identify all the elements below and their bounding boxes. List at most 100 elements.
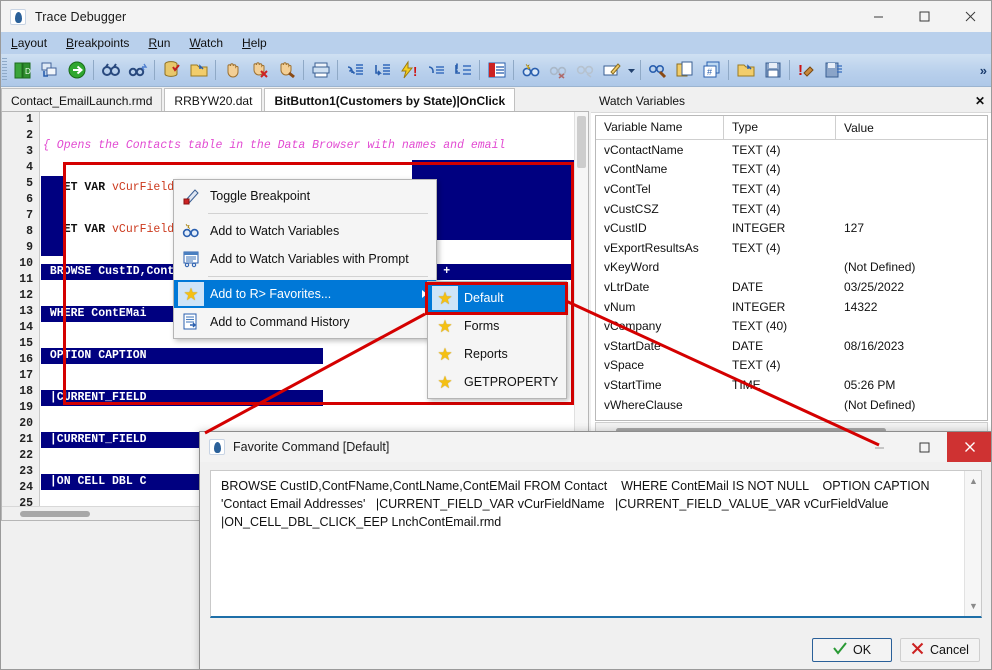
edit-watch-icon[interactable] xyxy=(598,57,625,84)
tab-bitbutton1-onclick[interactable]: BitButton1(Customers by State)|OnClick xyxy=(264,88,516,112)
edit-watch-dropdown-icon[interactable] xyxy=(625,57,637,84)
editor-vscroll-thumb[interactable] xyxy=(577,116,586,168)
find-icon[interactable] xyxy=(97,57,124,84)
menu-breakpoints[interactable]: Breakpoints xyxy=(57,34,138,52)
table-row[interactable]: vCustID INTEGER 127 xyxy=(596,218,987,238)
open-folder-icon[interactable] xyxy=(185,57,212,84)
line-number: 10 xyxy=(19,257,33,270)
windows-icon[interactable]: # xyxy=(698,57,725,84)
toolbar-grip[interactable] xyxy=(2,58,7,82)
minimize-button[interactable] xyxy=(855,1,901,32)
table-row[interactable]: vWhereClause (Not Defined) xyxy=(596,395,987,415)
menu-bar: Layout Breakpoints Run Watch Help xyxy=(1,32,991,54)
column-header-type[interactable]: Type xyxy=(724,116,836,139)
menu-item-add-to-watch-variables[interactable]: Add to Watch Variables xyxy=(174,217,436,245)
menu-run[interactable]: Run xyxy=(139,34,179,52)
cell-type: TEXT (4) xyxy=(732,358,781,373)
submenu-item-default[interactable]: ★ Default xyxy=(428,284,566,312)
submenu-item-reports[interactable]: ★ Reports xyxy=(428,340,566,368)
table-row[interactable]: vContTel TEXT (4) xyxy=(596,179,987,199)
menu-item-add-to-command-history[interactable]: Add to Command History xyxy=(174,308,436,336)
command-text-editor[interactable]: BROWSE CustID,ContFName,ContLName,ContEM… xyxy=(210,470,982,618)
database-check-icon[interactable] xyxy=(158,57,185,84)
dialog-close-button[interactable] xyxy=(947,432,991,462)
table-row[interactable]: vLtrDate DATE 03/25/2022 xyxy=(596,277,987,297)
title-bar: Trace Debugger xyxy=(1,1,991,32)
scroll-up-arrow-icon[interactable]: ▲ xyxy=(965,473,982,489)
table-row[interactable]: vStartDate DATE 08/16/2023 xyxy=(596,336,987,356)
watch-panel-close-button[interactable]: ✕ xyxy=(971,94,989,108)
menu-item-label: Toggle Breakpoint xyxy=(210,189,311,203)
column-header-variable-name[interactable]: Variable Name xyxy=(596,116,724,139)
tab-rrbyw20[interactable]: RRBYW20.dat xyxy=(164,88,263,112)
line-number: 4 xyxy=(26,161,33,174)
run-to-cursor-icon[interactable] xyxy=(422,57,449,84)
menu-watch[interactable]: Watch xyxy=(180,34,232,52)
step-over-icon[interactable] xyxy=(36,57,63,84)
add-watch-icon[interactable] xyxy=(517,57,544,84)
copy-page-icon[interactable] xyxy=(671,57,698,84)
cancel-button-label: Cancel xyxy=(930,643,969,657)
cancel-button[interactable]: Cancel xyxy=(900,638,980,662)
selection-fill xyxy=(41,176,63,256)
find-next-icon[interactable] xyxy=(124,57,151,84)
context-menu[interactable]: Toggle Breakpoint Add to Watch Variables xyxy=(173,179,437,339)
properties-icon[interactable] xyxy=(483,57,510,84)
cell-variable-name: vContactName xyxy=(604,142,684,157)
clear-breakpoints-hand-icon[interactable] xyxy=(273,57,300,84)
toolbar-overflow-button[interactable]: » xyxy=(980,63,987,78)
dialog-title-bar: Favorite Command [Default] xyxy=(200,432,991,462)
table-row[interactable]: vContactName TEXT (4) xyxy=(596,140,987,160)
menu-item-add-to-favorites[interactable]: ★ Add to R> Favorites... xyxy=(174,280,436,308)
submenu-item-forms[interactable]: ★ Forms xyxy=(428,312,566,340)
scroll-down-arrow-icon[interactable]: ▼ xyxy=(965,598,982,614)
tab-contact-emaillaunch[interactable]: Contact_EmailLaunch.rmd xyxy=(1,88,163,112)
favorite-command-dialog: Favorite Command [Default] BROWSE CustID… xyxy=(199,431,991,669)
table-row[interactable]: vNum INTEGER 14322 xyxy=(596,297,987,317)
watch-variables-table[interactable]: Variable Name Type Value vContactName TEX… xyxy=(595,115,988,421)
step-out-icon[interactable] xyxy=(368,57,395,84)
cell-value: 08/16/2023 xyxy=(844,338,905,353)
favorites-submenu[interactable]: ★ Default ★ Forms ★ Reports ★ GETPROPERT… xyxy=(427,281,567,399)
print-icon[interactable] xyxy=(307,57,334,84)
menu-layout[interactable]: Layout xyxy=(2,34,56,52)
table-row[interactable]: vExportResultsAs TEXT (4) xyxy=(596,238,987,258)
menu-item-toggle-breakpoint[interactable]: Toggle Breakpoint xyxy=(174,182,436,210)
table-row[interactable]: vSpace TEXT (4) xyxy=(596,356,987,376)
editor-hscroll-thumb[interactable] xyxy=(20,511,90,517)
save-icon[interactable] xyxy=(759,57,786,84)
watch-brush-icon[interactable] xyxy=(644,57,671,84)
pause-hand-icon[interactable] xyxy=(219,57,246,84)
open-file-icon[interactable] xyxy=(732,57,759,84)
dialog-maximize-button[interactable] xyxy=(902,432,947,462)
cell-type: DATE xyxy=(732,279,764,294)
remove-breakpoint-hand-icon[interactable] xyxy=(246,57,273,84)
error-list-icon[interactable]: ! xyxy=(449,57,476,84)
step-into-icon[interactable] xyxy=(341,57,368,84)
save-all-icon[interactable] xyxy=(820,57,847,84)
ok-button[interactable]: OK xyxy=(812,638,892,662)
clear-watch-icon[interactable] xyxy=(571,57,598,84)
open-book-icon[interactable]: D xyxy=(9,57,36,84)
line-number: 1 xyxy=(26,113,33,126)
run-to-error-icon[interactable]: ! xyxy=(395,57,422,84)
table-row[interactable]: vCompany TEXT (40) xyxy=(596,316,987,336)
delete-watch-icon[interactable] xyxy=(544,57,571,84)
submenu-item-getproperty[interactable]: ★ GETPROPERTY xyxy=(428,368,566,396)
dialog-minimize-button[interactable] xyxy=(857,432,902,462)
close-button[interactable] xyxy=(947,1,991,32)
maximize-button[interactable] xyxy=(901,1,947,32)
trace-debugger-window: Trace Debugger Layout Breakpoints Run Wa… xyxy=(0,0,992,670)
menu-help[interactable]: Help xyxy=(233,34,276,52)
table-row[interactable]: vContName TEXT (4) xyxy=(596,160,987,180)
column-header-value[interactable]: Value xyxy=(836,121,987,135)
clear-errors-icon[interactable]: ! xyxy=(793,57,820,84)
dialog-button-row: OK Cancel xyxy=(812,638,980,662)
command-editor-scrollbar[interactable]: ▲ ▼ xyxy=(964,471,981,616)
table-row[interactable]: vKeyWord (Not Defined) xyxy=(596,258,987,278)
menu-item-add-to-watch-variables-with-prompt[interactable]: Add to Watch Variables with Prompt xyxy=(174,245,436,273)
run-icon[interactable] xyxy=(63,57,90,84)
line-number: 24 xyxy=(19,481,33,494)
table-row[interactable]: vCustCSZ TEXT (4) xyxy=(596,199,987,219)
table-row[interactable]: vStartTime TIME 05:26 PM xyxy=(596,375,987,395)
